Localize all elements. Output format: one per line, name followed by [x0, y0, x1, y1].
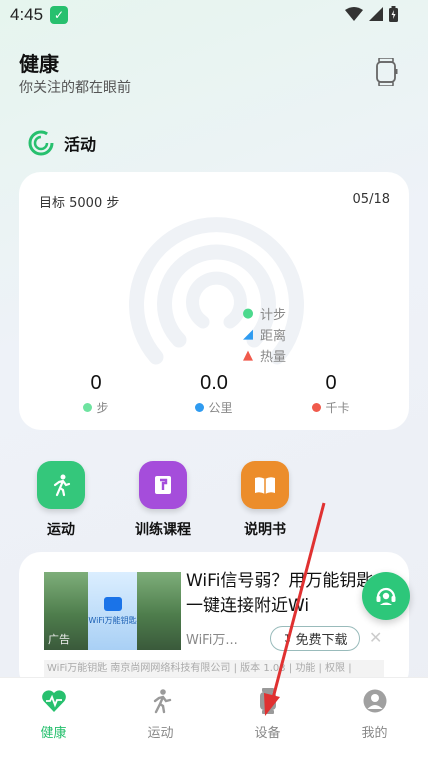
wifi-icon	[345, 7, 363, 21]
calories-unit: 千卡	[325, 401, 350, 415]
book-icon	[241, 461, 289, 509]
signal-icon	[369, 7, 383, 21]
activity-card[interactable]: 目标 5000 步 05/18 ● 计步 ◢ 距离 ▲ 热量 0 步 0.0 公…	[19, 172, 409, 430]
bottom-nav: 健康 运动 设备 我的	[0, 677, 428, 761]
distance-unit: 公里	[208, 401, 233, 415]
steps-dot	[83, 403, 93, 412]
nav-sport-label: 运动	[147, 726, 174, 741]
calories-ring	[186, 271, 247, 329]
ad-headline: WiFi信号弱？用万能钥匙一键连接附近Wi	[186, 571, 374, 616]
nav-health[interactable]: 健康	[0, 688, 107, 741]
ad-subtitle: WiFi万...	[186, 633, 238, 648]
legend-distance-label: 距离	[260, 329, 287, 344]
page-title: 健康	[19, 52, 59, 76]
shortcut-sport[interactable]: 运动	[16, 461, 106, 539]
calories-value: 0	[325, 372, 337, 394]
nav-mine-label: 我的	[361, 726, 388, 741]
stat-calories: 0 千卡	[281, 372, 381, 416]
legend-distance: ◢ 距离	[241, 324, 286, 345]
wifi-key-logo-icon	[103, 596, 122, 611]
nav-health-label: 健康	[40, 726, 67, 741]
legend-steps: ● 计步	[241, 303, 286, 324]
nav-device[interactable]: 设备	[214, 688, 321, 741]
avatar-icon	[362, 688, 388, 714]
ad-card[interactable]: WiFi万能钥匙 广告 WiFi信号弱？用万能钥匙一键连接附近Wi WiFi万.…	[19, 552, 409, 692]
activity-date: 05/18	[352, 192, 390, 207]
shortcut-course[interactable]: 训练课程	[118, 461, 208, 539]
distance-value: 0.0	[200, 372, 228, 394]
watch-icon	[376, 57, 398, 87]
shortcut-course-label: 训练课程	[135, 522, 191, 538]
distance-dot	[195, 403, 205, 412]
nav-device-label: 设备	[254, 726, 281, 741]
run-icon	[37, 461, 85, 509]
step-goal: 目标 5000 步	[39, 196, 120, 211]
stat-distance: 0.0 公里	[164, 372, 264, 416]
status-time: 4:45	[10, 5, 44, 24]
status-bar: 4:45 ✓	[0, 0, 428, 32]
steps-value: 0	[90, 372, 102, 394]
activity-legend: ● 计步 ◢ 距离 ▲ 热量	[241, 303, 286, 366]
watch-device-button[interactable]	[374, 57, 400, 87]
download-button[interactable]: ↧ 免费下载	[270, 626, 360, 651]
ad-thumb-name: WiFi万能钥匙	[88, 615, 137, 625]
shortcut-manual[interactable]: 说明书	[220, 461, 310, 539]
calories-dot	[312, 403, 322, 412]
running-app-icon: ✓	[50, 6, 68, 24]
distance-icon: ◢	[243, 327, 253, 342]
flame-icon: ▲	[243, 348, 253, 363]
activity-section-label: 活动	[64, 135, 97, 154]
stat-steps: 0 步	[46, 372, 146, 416]
shortcut-sport-label: 运动	[47, 522, 75, 538]
battery-icon	[389, 6, 398, 22]
footprint-icon: ●	[242, 306, 254, 321]
page-subtitle: 你关注的都在眼前	[19, 80, 131, 96]
watch-icon	[255, 688, 281, 714]
download-icon: ↧	[282, 631, 293, 646]
close-icon[interactable]: ✕	[369, 628, 382, 647]
shortcut-manual-label: 说明书	[244, 522, 286, 538]
legend-calories: ▲ 热量	[241, 345, 286, 366]
course-icon	[139, 461, 187, 509]
activity-ring-icon	[28, 130, 54, 156]
ad-footer: WiFi万能钥匙 南京尚网网络科技有限公司 | 版本 1.03 | 功能 | 权…	[44, 660, 384, 678]
run-icon	[148, 688, 174, 714]
legend-calories-label: 热量	[260, 350, 287, 365]
nav-mine[interactable]: 我的	[321, 688, 428, 741]
customer-service-button[interactable]	[362, 572, 410, 620]
legend-steps-label: 计步	[260, 308, 287, 323]
status-icons	[345, 6, 398, 22]
nav-sport[interactable]: 运动	[107, 688, 214, 741]
steps-unit: 步	[96, 401, 109, 415]
activity-section-header: 活动	[28, 130, 96, 156]
headset-icon	[376, 587, 396, 605]
download-label: 免费下载	[295, 633, 348, 648]
heart-pulse-icon	[41, 688, 67, 714]
ad-tag: 广告	[48, 633, 70, 646]
